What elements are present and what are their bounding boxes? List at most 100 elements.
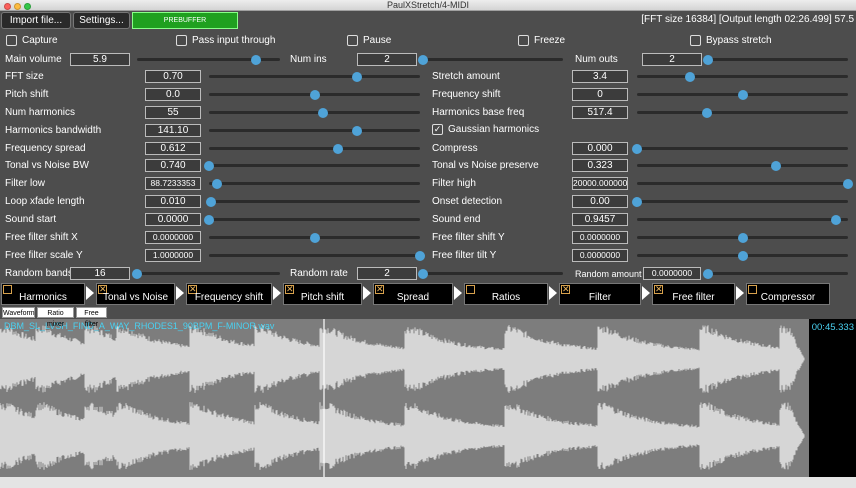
value-field[interactable]: 0.00 [572, 195, 628, 208]
slider[interactable] [209, 89, 420, 100]
slider[interactable] [703, 54, 848, 65]
slider[interactable] [637, 178, 853, 189]
value-field[interactable]: 88.7233353 [145, 177, 201, 190]
waveform-view[interactable]: DBM_SL_LVSH_FIND_A_WAY_RHODES1_90BPM_F-M… [0, 319, 856, 477]
chain-stage-3[interactable]: ✕ Pitch shift [283, 283, 362, 305]
slider-thumb[interactable] [771, 160, 781, 171]
slider[interactable] [209, 250, 425, 261]
value-field[interactable]: 3.4 [572, 70, 628, 83]
slider[interactable] [632, 143, 848, 154]
slider-thumb[interactable] [333, 143, 343, 154]
value-field[interactable]: 16 [70, 267, 130, 280]
settings-button[interactable]: Settings... [73, 12, 130, 29]
slider[interactable] [637, 89, 848, 100]
value-field[interactable]: 1.0000000 [145, 249, 201, 262]
tab-1[interactable]: Ratio mixer [37, 307, 74, 328]
slider[interactable] [632, 196, 848, 207]
checkbox[interactable] [176, 35, 187, 46]
value-field[interactable]: 517.4 [572, 106, 628, 119]
checkbox[interactable] [347, 35, 358, 46]
value-field[interactable]: 0.010 [145, 195, 201, 208]
slider[interactable] [209, 71, 420, 82]
slider-thumb[interactable] [685, 71, 695, 82]
value-field[interactable]: 0.0 [145, 88, 201, 101]
slider-thumb[interactable] [703, 54, 713, 65]
slider-thumb[interactable] [132, 268, 142, 279]
slider-thumb[interactable] [251, 54, 261, 65]
slider[interactable] [204, 160, 420, 171]
value-field[interactable]: 0.612 [145, 142, 201, 155]
slider[interactable] [703, 268, 848, 279]
value-field[interactable]: 0.740 [145, 159, 201, 172]
slider[interactable] [418, 54, 563, 65]
slider-thumb[interactable] [418, 268, 428, 279]
toggle-1[interactable]: Pass input through [176, 35, 275, 46]
slider[interactable] [132, 268, 280, 279]
toggle-4[interactable]: Bypass stretch [690, 35, 772, 46]
slider[interactable] [637, 160, 848, 171]
checkbox[interactable] [6, 35, 17, 46]
slider-thumb[interactable] [352, 71, 362, 82]
toggle-0[interactable]: Capture [6, 35, 58, 46]
slider-thumb[interactable] [738, 250, 748, 261]
slider[interactable] [209, 107, 420, 118]
slider-thumb[interactable] [418, 54, 428, 65]
slider[interactable] [418, 268, 563, 279]
slider[interactable] [637, 250, 848, 261]
prebuffer-indicator[interactable]: PREBUFFER [132, 12, 238, 29]
tab-0[interactable]: Waveform [2, 307, 35, 318]
slider[interactable] [204, 214, 420, 225]
value-field[interactable]: 5.9 [70, 53, 130, 66]
slider[interactable] [637, 107, 848, 118]
slider-thumb[interactable] [738, 89, 748, 100]
value-field[interactable]: 0.0000 [145, 213, 201, 226]
value-field[interactable]: 0.0000000 [643, 267, 701, 280]
toggle-2[interactable]: Pause [347, 35, 391, 46]
value-field[interactable]: 0.70 [145, 70, 201, 83]
chain-stage-6[interactable]: ✕ Filter [559, 283, 641, 305]
value-field[interactable]: 2 [357, 267, 417, 280]
slider-thumb[interactable] [204, 214, 214, 225]
slider[interactable] [137, 54, 280, 65]
value-field[interactable]: 2 [642, 53, 702, 66]
value-field[interactable]: 0.0000000 [145, 231, 201, 244]
slider[interactable] [637, 232, 848, 243]
slider[interactable] [206, 196, 420, 207]
import-file-button[interactable]: Import file... [1, 12, 71, 29]
tab-2[interactable]: Free filter [76, 307, 107, 328]
slider-thumb[interactable] [632, 143, 642, 154]
checkbox[interactable]: ✓ [432, 124, 443, 135]
slider-thumb[interactable] [310, 89, 320, 100]
slider-thumb[interactable] [831, 214, 841, 225]
toggle-3[interactable]: Freeze [518, 35, 565, 46]
slider-thumb[interactable] [212, 178, 222, 189]
chain-stage-1[interactable]: ✕ Tonal vs Noise [96, 283, 175, 305]
value-field[interactable]: 0 [572, 88, 628, 101]
chain-stage-0[interactable]: Harmonics [1, 283, 85, 305]
value-field[interactable]: 0.000 [572, 142, 628, 155]
checkbox[interactable] [518, 35, 529, 46]
value-field[interactable]: 0.0000000 [572, 249, 628, 262]
value-field[interactable]: 20000.0000000 [572, 177, 628, 190]
slider[interactable] [209, 125, 420, 136]
slider-thumb[interactable] [310, 232, 320, 243]
chain-stage-5[interactable]: Ratios [464, 283, 548, 305]
slider-thumb[interactable] [738, 232, 748, 243]
gaussian-harmonics-toggle[interactable]: ✓ Gaussian harmonics [432, 124, 539, 135]
slider[interactable] [637, 71, 848, 82]
value-field[interactable]: 55 [145, 106, 201, 119]
value-field[interactable]: 0.0000000 [572, 231, 628, 244]
chain-stage-2[interactable]: ✕ Frequency shift [186, 283, 272, 305]
value-field[interactable]: 0.323 [572, 159, 628, 172]
value-field[interactable]: 2 [357, 53, 417, 66]
slider[interactable] [209, 232, 420, 243]
slider-thumb[interactable] [352, 125, 362, 136]
slider[interactable] [209, 178, 420, 189]
slider-thumb[interactable] [318, 107, 328, 118]
slider-thumb[interactable] [204, 160, 214, 171]
slider-thumb[interactable] [206, 196, 216, 207]
chain-stage-8[interactable]: Compressor [746, 283, 830, 305]
checkbox[interactable] [690, 35, 701, 46]
slider-thumb[interactable] [703, 268, 713, 279]
slider-thumb[interactable] [702, 107, 712, 118]
